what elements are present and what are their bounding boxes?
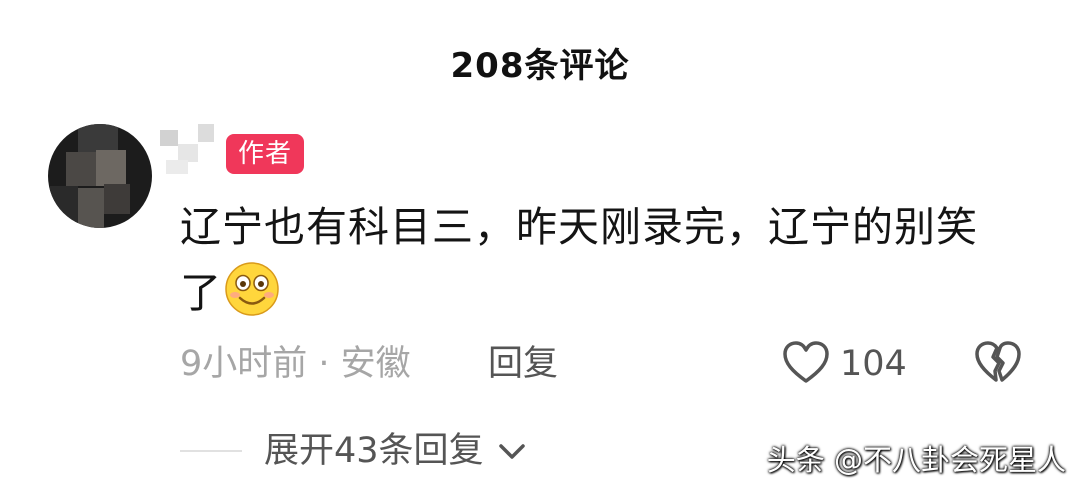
reply-button[interactable]: 回复	[488, 340, 558, 388]
comment-text: 辽宁也有科目三，昨天刚录完，辽宁的别笑了	[180, 194, 1010, 326]
comment-body: 辽宁也有科目三，昨天刚录完，辽宁的别笑了	[180, 203, 978, 317]
divider	[180, 450, 242, 452]
avatar[interactable]	[48, 124, 152, 228]
like-count: 104	[840, 344, 907, 384]
page-title: 208条评论	[450, 46, 630, 86]
expand-replies-label: 展开43条回复	[264, 431, 484, 471]
expand-replies-button[interactable]: 展开43条回复	[264, 425, 529, 477]
comment-meta: 9小时前 · 安徽	[180, 344, 411, 384]
chevron-down-icon	[498, 444, 525, 459]
smiley-icon	[225, 262, 279, 316]
author-badge: 作者	[226, 134, 304, 174]
watermark: 头条 @不八卦会死星人	[766, 443, 1066, 477]
username-blurred[interactable]	[160, 122, 220, 182]
heart-outline-icon[interactable]	[780, 337, 832, 389]
broken-heart-icon[interactable]	[972, 337, 1024, 389]
